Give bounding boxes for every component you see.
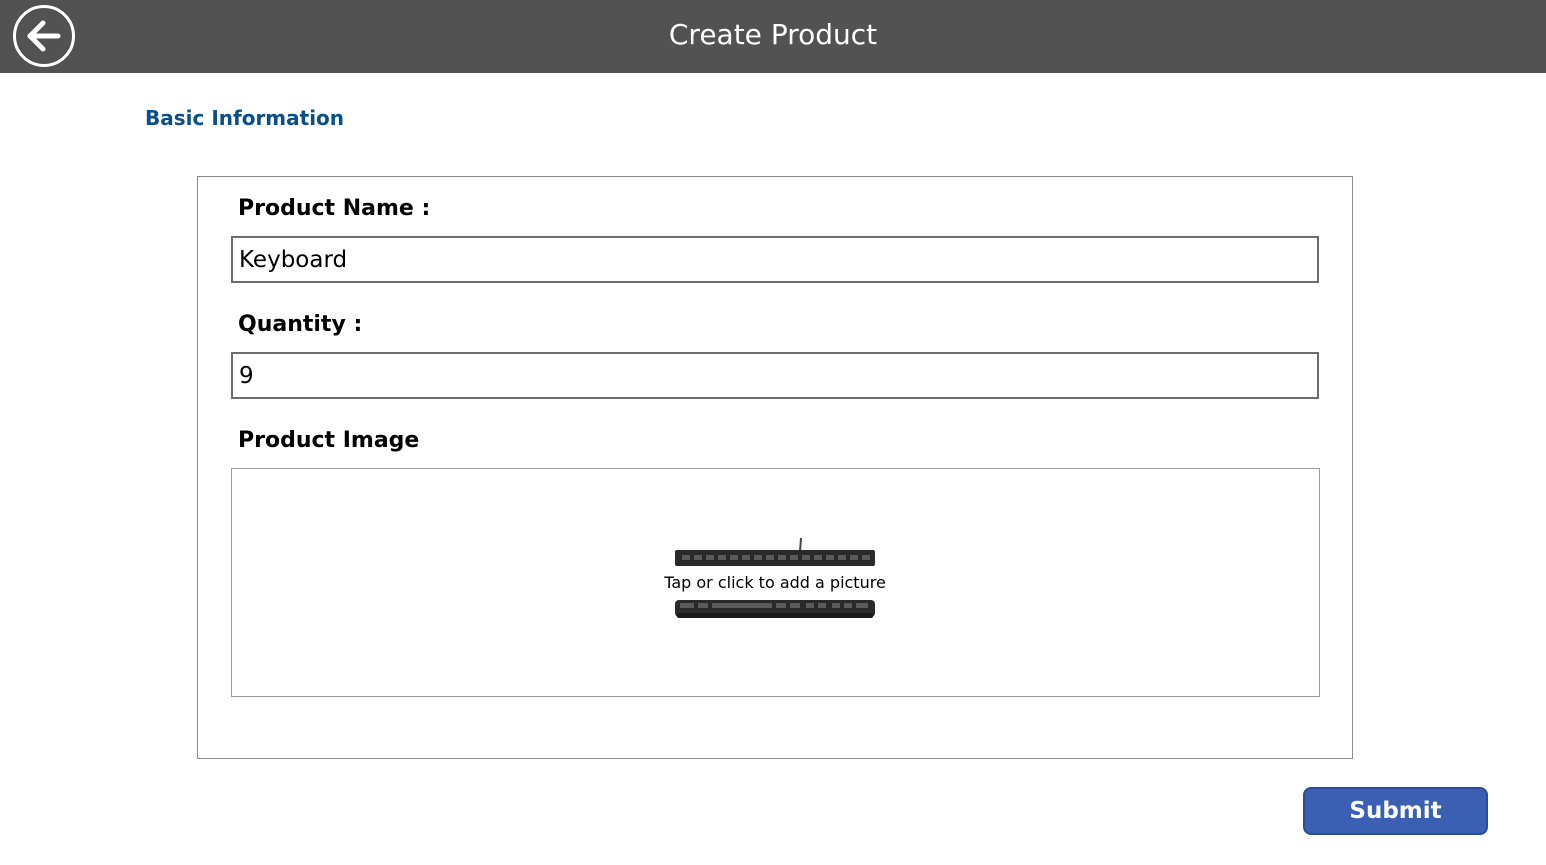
quantity-label: Quantity : <box>238 312 363 337</box>
product-name-label: Product Name : <box>238 196 431 221</box>
section-title: Basic Information <box>145 106 345 130</box>
quantity-input[interactable] <box>231 352 1319 399</box>
add-picture-caption: Tap or click to add a picture <box>655 570 895 596</box>
page-title: Create Product <box>668 18 878 51</box>
product-name-input[interactable] <box>231 236 1319 283</box>
submit-button[interactable]: Submit <box>1303 787 1488 835</box>
product-image-label: Product Image <box>238 428 420 453</box>
header-bar: Create Product <box>0 0 1546 73</box>
